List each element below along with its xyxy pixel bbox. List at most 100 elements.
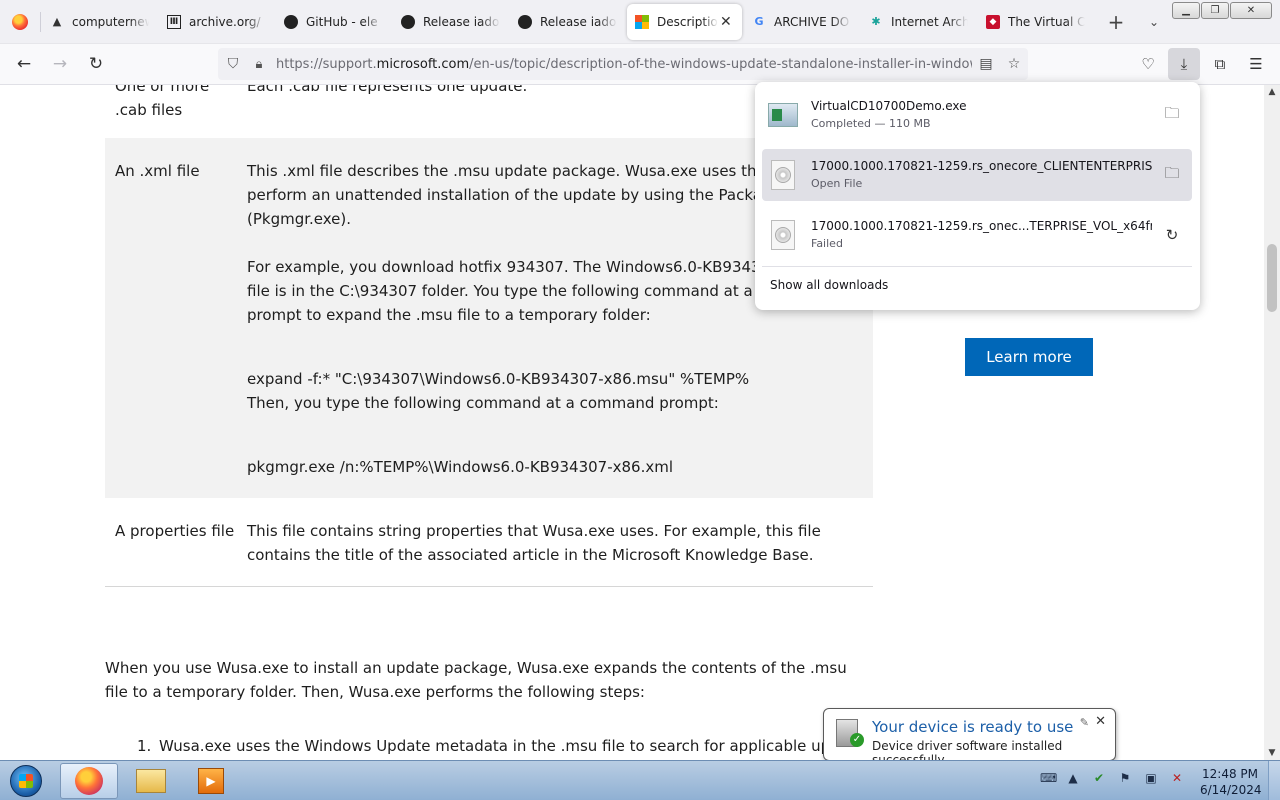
table-bottom-divider — [105, 586, 873, 587]
tab-computernewb[interactable]: ▲ computernewb.c — [42, 4, 157, 40]
tab-the-virtual-c[interactable]: ◆ The Virtual C — [978, 4, 1093, 40]
row-properties-label: A properties file — [115, 522, 235, 540]
download-status: Failed — [811, 237, 843, 250]
taskbar-explorer[interactable] — [122, 763, 180, 799]
device-ready-notification[interactable]: ✓ Your device is ready to use Device dri… — [823, 708, 1116, 767]
pocket-icon[interactable]: ♡ — [1132, 48, 1164, 80]
download-info: 17000.1000.170821-1259.rs_onec...TERPRIS… — [811, 217, 1152, 253]
tab-separator — [40, 11, 41, 32]
checkmark-icon: ✓ — [850, 733, 864, 747]
tab-release-iado-2[interactable]: Release iado — [510, 4, 625, 40]
github-icon — [518, 14, 532, 29]
wusa-steps-paragraph: When you use Wusa.exe to install an upda… — [105, 659, 847, 701]
pkgmgr-command: pkgmgr.exe /n:%TEMP%\Windows6.0-KB934307… — [247, 458, 674, 476]
device-installed-icon[interactable]: ✔ — [1092, 771, 1106, 785]
tab-archive-org[interactable]: Ⅲ archive.org/ — [159, 4, 274, 40]
pin-icon[interactable]: ✎ — [1080, 716, 1089, 729]
clock-date: 6/14/2024 — [1200, 783, 1262, 797]
tab-description-active[interactable]: Descriptio ✕ — [627, 3, 742, 40]
download-info: 17000.1000.170821-1259.rs_onecore_CLIENT… — [811, 157, 1152, 193]
tab-label: archive.org/ — [189, 14, 261, 29]
firefox-icon — [75, 767, 103, 795]
download-status: Completed — 110 MB — [811, 117, 931, 130]
archive-icon: Ⅲ — [167, 14, 181, 29]
list-item-text: Wusa.exe uses the Windows Update metadat… — [159, 737, 877, 755]
taskbar: ▶ ⌨ ▲ ✔ ⚑ ▣ ✕ 12:48 PM 6/14/2024 — [0, 760, 1280, 800]
taskbar-firefox[interactable] — [60, 763, 118, 799]
window-controls: ▁ ❐ ✕ — [1172, 2, 1272, 19]
firefox-menu-button[interactable] — [0, 0, 40, 44]
taskbar-media-player[interactable]: ▶ — [182, 763, 240, 799]
lock-icon[interactable]: 🔒︎ — [248, 57, 270, 72]
extensions-icon[interactable]: ⧉ — [1204, 48, 1236, 80]
tab-github-ele[interactable]: GitHub - ele — [276, 4, 391, 40]
scrollbar-thumb[interactable] — [1267, 244, 1277, 312]
menu-icon[interactable]: ☰ — [1240, 48, 1272, 80]
tab-release-iado-1[interactable]: Release iado — [393, 4, 508, 40]
tracking-protection-icon[interactable]: ⛉ — [218, 56, 248, 72]
triangle-icon: ▲ — [52, 15, 62, 28]
notification-title: Your device is ready to use — [872, 718, 1074, 736]
folder-icon[interactable]: 🗀 — [1152, 103, 1192, 128]
start-button[interactable] — [6, 763, 46, 799]
restore-button[interactable]: ❐ — [1201, 2, 1229, 19]
google-icon: G — [754, 15, 764, 28]
row-xml-then: Then, you type the following command at … — [247, 394, 719, 412]
github-icon — [401, 14, 415, 29]
clock[interactable]: 12:48 PM 6/14/2024 — [1200, 766, 1262, 798]
downloads-button[interactable]: ⤓ — [1168, 48, 1200, 80]
screen: ▲ computernewb.c Ⅲ archive.org/ GitHub -… — [0, 0, 1280, 800]
tab-label: GitHub - ele — [306, 14, 378, 29]
github-icon — [284, 14, 298, 29]
url-bar[interactable]: ⛉ 🔒︎ https://support.microsoft.com/en-us… — [218, 48, 1028, 80]
keyboard-icon[interactable]: ⌨ — [1040, 771, 1057, 785]
clock-time: 12:48 PM — [1202, 767, 1258, 781]
tab-internet-arch[interactable]: ✱ Internet Arch — [861, 4, 976, 40]
tab-label: computernewb.c — [72, 14, 149, 29]
show-all-downloads-link[interactable]: Show all downloads — [770, 278, 888, 292]
back-button[interactable]: ← — [6, 48, 42, 80]
ia-icon: ✱ — [871, 15, 881, 28]
action-center-flag-icon[interactable]: ⚑ — [1118, 771, 1132, 785]
navigation-toolbar: ← → ↻ ⛉ 🔒︎ https://support.microsoft.com… — [0, 44, 1280, 85]
vc-icon: ◆ — [986, 14, 1000, 29]
bookmark-star-icon[interactable]: ☆ — [1000, 56, 1028, 72]
scroll-up-arrow-icon[interactable]: ▲ — [1264, 87, 1280, 97]
list-all-tabs-button[interactable]: ⌄ — [1140, 8, 1168, 36]
download-filename: 17000.1000.170821-1259.rs_onecore_CLIENT… — [811, 159, 1152, 173]
tab-label: Internet Arch — [891, 14, 968, 29]
downloads-divider — [762, 266, 1192, 267]
new-tab-button[interactable]: + — [1102, 8, 1130, 36]
notification-close-icon[interactable]: ✕ — [1095, 714, 1106, 729]
retry-icon[interactable]: ↻ — [1152, 226, 1192, 244]
network-icon[interactable]: ▣ — [1144, 771, 1158, 785]
tab-label: Release iado — [423, 14, 500, 29]
learn-more-button[interactable]: Learn more — [965, 338, 1093, 376]
exe-icon — [766, 100, 800, 130]
download-item-iso-failed[interactable]: 17000.1000.170821-1259.rs_onec...TERPRIS… — [762, 209, 1192, 261]
url-path: /en-us/topic/description-of-the-windows-… — [469, 56, 972, 72]
download-filename: 17000.1000.170821-1259.rs_onec...TERPRIS… — [811, 219, 1152, 233]
window-close-button[interactable]: ✕ — [1230, 2, 1272, 19]
close-tab-icon[interactable]: ✕ — [720, 14, 734, 30]
reload-button[interactable]: ↻ — [78, 48, 114, 80]
page-scrollbar[interactable]: ▲ ▼ — [1264, 85, 1280, 760]
download-status: Open File — [811, 177, 863, 190]
volume-muted-icon[interactable]: ✕ — [1170, 771, 1184, 785]
forward-button[interactable]: → — [42, 48, 78, 80]
folder-icon[interactable]: 🗀 — [1152, 163, 1192, 188]
tab-label: Descriptio — [657, 14, 718, 29]
show-hidden-icons-icon[interactable]: ▲ — [1066, 771, 1080, 785]
row-cab-label: One or more .cab files — [115, 85, 210, 119]
download-item-virtualcd[interactable]: VirtualCD10700Demo.exe Completed — 110 M… — [762, 89, 1192, 141]
reader-view-icon[interactable]: ▤ — [972, 56, 1000, 72]
minimize-button[interactable]: ▁ — [1172, 2, 1200, 19]
tab-strip: ▲ computernewb.c Ⅲ archive.org/ GitHub -… — [0, 0, 1280, 44]
scroll-down-arrow-icon[interactable]: ▼ — [1264, 748, 1280, 758]
windows-orb-icon — [10, 765, 42, 797]
download-item-iso-open[interactable]: 17000.1000.170821-1259.rs_onecore_CLIENT… — [762, 149, 1192, 201]
iso-icon — [766, 160, 800, 190]
tab-archive-do[interactable]: G ARCHIVE DO — [744, 4, 859, 40]
url-text[interactable]: https://support.microsoft.com/en-us/topi… — [270, 57, 972, 72]
show-desktop-button[interactable] — [1268, 761, 1280, 800]
